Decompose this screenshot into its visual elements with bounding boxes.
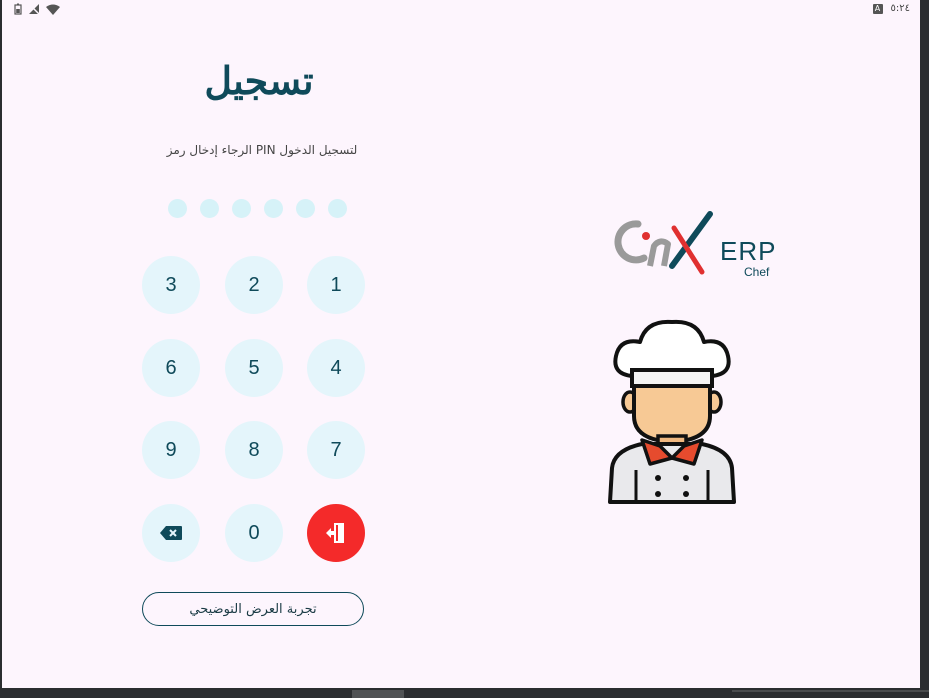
page-title: تسجيل (204, 58, 314, 103)
key-2[interactable]: 2 (225, 256, 283, 314)
key-1[interactable]: 1 (307, 256, 365, 314)
key-9[interactable]: 9 (142, 421, 200, 479)
app-screen: A ٥:٢٤ تسجيل الرجاء إدخال رمز PIN لتسجيل… (2, 0, 920, 688)
pin-dot (296, 199, 315, 218)
wifi-icon (46, 4, 60, 15)
exit-button[interactable] (307, 504, 365, 562)
status-icons-left (14, 3, 60, 15)
key-7[interactable]: 7 (307, 421, 365, 479)
status-time: ٥:٢٤ (890, 3, 910, 14)
status-badge: A (872, 3, 883, 14)
backspace-icon (160, 526, 182, 540)
key-3[interactable]: 3 (142, 256, 200, 314)
key-6[interactable]: 6 (142, 339, 200, 397)
pin-dot (328, 199, 347, 218)
status-icons-right: A ٥:٢٤ (872, 3, 910, 14)
chef-illustration (606, 318, 738, 504)
key-0[interactable]: 0 (225, 504, 283, 562)
pin-dot (232, 199, 251, 218)
key-4[interactable]: 4 (307, 339, 365, 397)
no-sim-icon (28, 3, 40, 15)
pin-dot (200, 199, 219, 218)
pin-dot (168, 199, 187, 218)
logo-chef-text: Chef (744, 265, 770, 279)
exit-door-icon (326, 523, 344, 543)
navigation-line (732, 690, 929, 692)
onx-erp-chef-logo: ERP Chef (606, 210, 778, 280)
backspace-button[interactable] (142, 504, 200, 562)
key-8[interactable]: 8 (225, 421, 283, 479)
status-bar: A ٥:٢٤ (2, 0, 920, 20)
pin-instructions: الرجاء إدخال رمز PIN لتسجيل الدخول (166, 143, 358, 157)
pin-indicator (168, 199, 347, 218)
pin-dot (264, 199, 283, 218)
battery-icon (14, 3, 22, 15)
logo-erp-text: ERP (720, 236, 776, 266)
demo-button[interactable]: تجربة العرض التوضيحي (142, 592, 364, 626)
navigation-handle[interactable] (352, 690, 404, 698)
key-5[interactable]: 5 (225, 339, 283, 397)
